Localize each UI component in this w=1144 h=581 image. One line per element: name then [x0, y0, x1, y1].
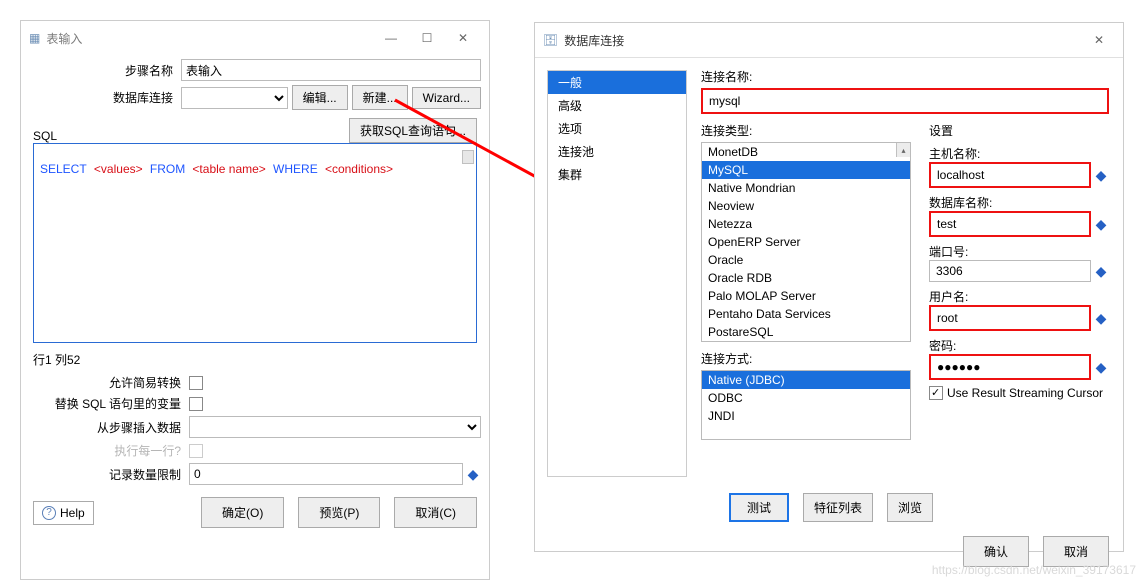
cancel-button[interactable]: 取消(C) [394, 497, 477, 528]
host-label: 主机名称: [929, 145, 1109, 162]
scrollbar[interactable] [462, 150, 474, 164]
watermark-text: https://blog.csdn.net/weixin_39173617 [932, 563, 1136, 577]
port-input[interactable] [929, 260, 1091, 282]
sidebar-item-general[interactable]: 一般 [548, 71, 686, 94]
list-item[interactable]: Neoview [702, 197, 910, 215]
db-connection-label: 数据库连接 [29, 89, 181, 106]
variable-icon[interactable]: ◆ [465, 464, 481, 484]
dbname-label: 数据库名称: [929, 194, 1109, 211]
list-item[interactable]: Pentaho Data Services [702, 305, 910, 323]
exec-each-checkbox [189, 444, 203, 458]
host-input[interactable] [931, 164, 1089, 186]
sidebar-item-pooling[interactable]: 连接池 [548, 140, 686, 163]
titlebar: ▦ 表输入 — ☐ ✕ [21, 21, 489, 55]
access-label: 连接方式: [701, 350, 911, 367]
allow-simple-label: 允许简易转换 [29, 374, 189, 391]
replace-var-checkbox[interactable] [189, 397, 203, 411]
list-item[interactable]: ODBC [702, 389, 910, 407]
variable-icon[interactable]: ◆ [1093, 165, 1109, 185]
from-step-label: 从步骤插入数据 [29, 419, 189, 436]
list-item[interactable]: JNDI [702, 407, 910, 425]
dbname-input[interactable] [931, 213, 1089, 235]
table-input-dialog: ▦ 表输入 — ☐ ✕ 步骤名称 数据库连接 编辑... 新建... Wizar… [20, 20, 490, 580]
ok-button[interactable]: 确定(O) [201, 497, 284, 528]
limit-label: 记录数量限制 [29, 466, 189, 483]
scroll-up-icon[interactable]: ▴ [896, 143, 910, 157]
connection-type-list[interactable]: MonetDB MySQL Native Mondrian Neoview Ne… [701, 142, 911, 342]
connection-name-label: 连接名称: [701, 68, 1109, 85]
limit-input[interactable] [189, 463, 463, 485]
test-button[interactable]: 测试 [729, 493, 789, 522]
step-name-input[interactable] [181, 59, 481, 81]
wizard-button[interactable]: Wizard... [412, 87, 481, 109]
sidebar-item-advanced[interactable]: 高级 [548, 94, 686, 117]
from-step-select[interactable] [189, 416, 481, 438]
list-item[interactable]: OpenERP Server [702, 233, 910, 251]
preview-button[interactable]: 预览(P) [298, 497, 380, 528]
password-input[interactable] [931, 356, 1089, 378]
variable-icon[interactable]: ◆ [1093, 308, 1109, 328]
help-button[interactable]: ?Help [33, 501, 94, 525]
database-icon: 🗄 [543, 33, 558, 47]
connection-type-label: 连接类型: [701, 122, 911, 139]
cursor-status: 行1 列52 [33, 351, 477, 368]
edit-button[interactable]: 编辑... [292, 85, 348, 110]
exec-each-label: 执行每一行? [29, 442, 189, 459]
db-connection-dialog: 🗄 数据库连接 ✕ 一般 高级 选项 连接池 集群 连接名称: 连接类型: Mo… [534, 22, 1124, 552]
sql-label: SQL [33, 129, 57, 143]
port-label: 端口号: [929, 243, 1109, 260]
table-input-icon: ▦ [29, 31, 40, 45]
maximize-icon[interactable]: ☐ [409, 27, 445, 49]
list-item[interactable]: Netezza [702, 215, 910, 233]
close-icon[interactable]: ✕ [1083, 29, 1115, 51]
settings-label: 设置 [929, 122, 1109, 139]
user-input[interactable] [931, 307, 1089, 329]
features-button[interactable]: 特征列表 [803, 493, 873, 522]
access-list[interactable]: Native (JDBC) ODBC JNDI [701, 370, 911, 440]
category-list: 一般 高级 选项 连接池 集群 [547, 70, 687, 477]
replace-var-label: 替换 SQL 语句里的变量 [29, 395, 189, 412]
browse-button[interactable]: 浏览 [887, 493, 933, 522]
get-sql-button[interactable]: 获取SQL查询语句... [349, 118, 477, 143]
list-item[interactable]: Native (JDBC) [702, 371, 910, 389]
list-item[interactable]: MySQL [702, 161, 910, 179]
new-button[interactable]: 新建... [352, 85, 408, 110]
list-item[interactable]: Oracle RDB [702, 269, 910, 287]
titlebar: 🗄 数据库连接 ✕ [535, 23, 1123, 57]
list-item[interactable]: Palo MOLAP Server [702, 287, 910, 305]
user-label: 用户名: [929, 288, 1109, 305]
sidebar-item-options[interactable]: 选项 [548, 117, 686, 140]
list-item[interactable]: MonetDB [702, 143, 910, 161]
password-label: 密码: [929, 337, 1109, 354]
close-icon[interactable]: ✕ [445, 27, 481, 49]
window-title: 表输入 [46, 30, 82, 47]
sql-textarea[interactable]: SELECT <values> FROM <table name> WHERE … [33, 143, 477, 343]
list-item[interactable]: Native Mondrian [702, 179, 910, 197]
connection-name-input[interactable] [703, 90, 1107, 112]
window-title: 数据库连接 [564, 32, 624, 49]
minimize-icon[interactable]: — [373, 27, 409, 49]
streaming-cursor-checkbox[interactable] [929, 386, 943, 400]
variable-icon[interactable]: ◆ [1093, 261, 1109, 281]
db-connection-select[interactable] [181, 87, 288, 109]
list-item[interactable]: Oracle [702, 251, 910, 269]
help-icon: ? [42, 506, 56, 520]
variable-icon[interactable]: ◆ [1093, 357, 1109, 377]
streaming-cursor-label: Use Result Streaming Cursor [947, 386, 1103, 400]
sidebar-item-cluster[interactable]: 集群 [548, 163, 686, 186]
step-name-label: 步骤名称 [29, 62, 181, 79]
variable-icon[interactable]: ◆ [1093, 214, 1109, 234]
allow-simple-checkbox[interactable] [189, 376, 203, 390]
list-item[interactable]: PostareSQL [702, 323, 910, 341]
